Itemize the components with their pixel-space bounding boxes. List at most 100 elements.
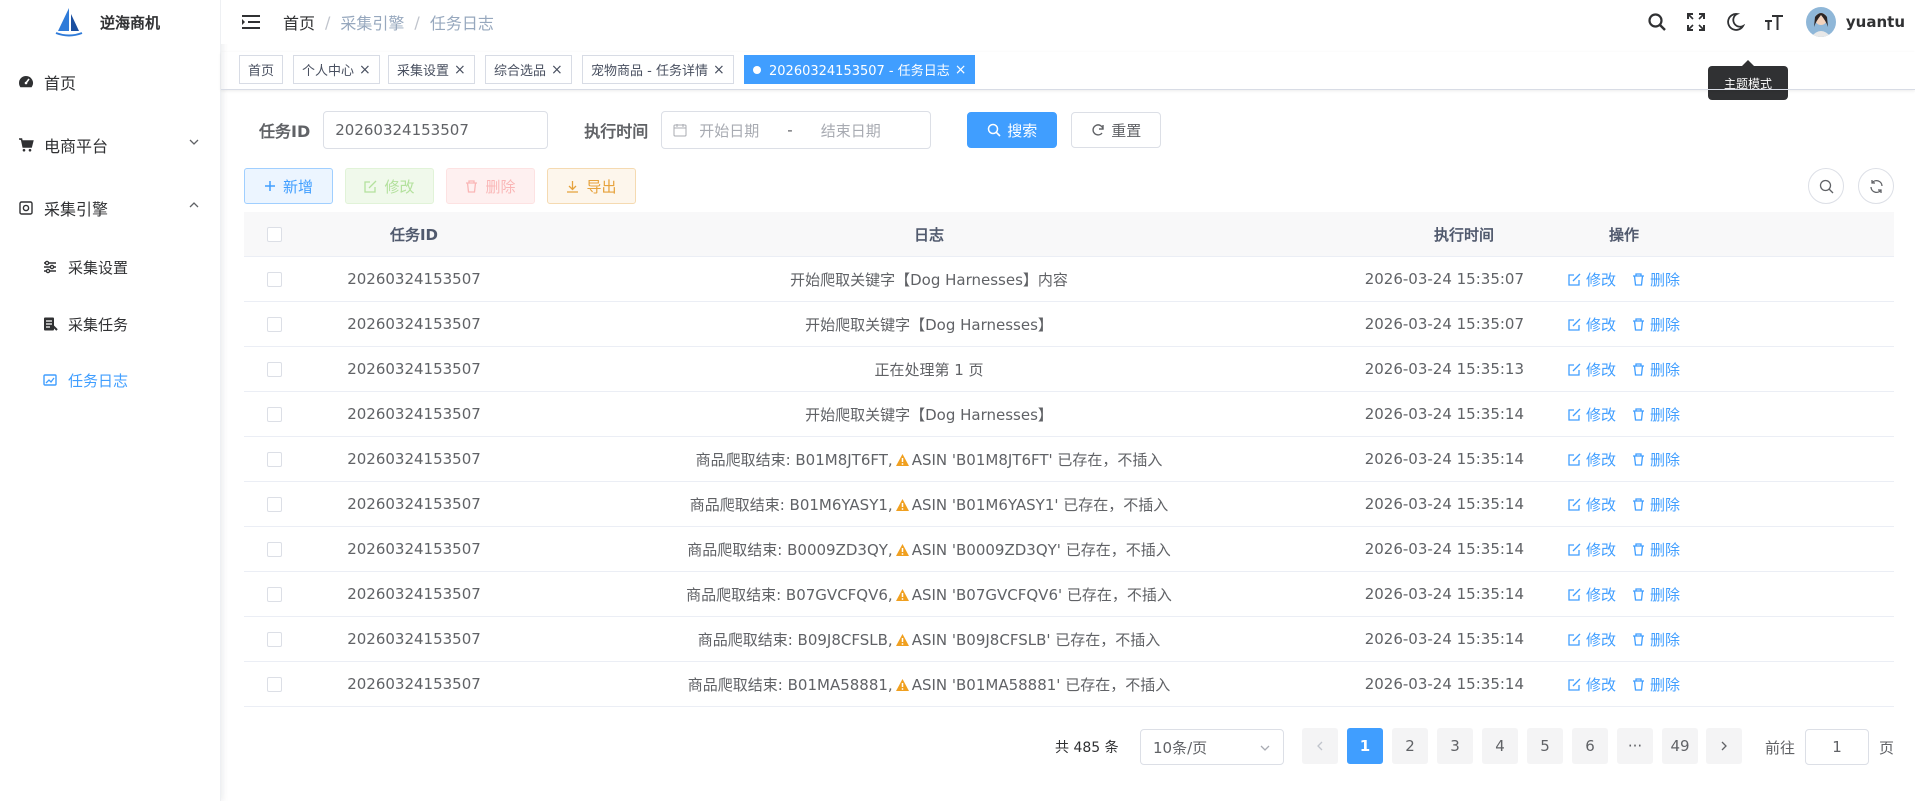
page-number[interactable]: 6 — [1572, 728, 1608, 764]
cell-task-id: 20260324153507 — [347, 315, 481, 333]
row-delete-button[interactable]: 删除 — [1632, 584, 1680, 605]
page-number[interactable]: 2 — [1392, 728, 1428, 764]
start-date-placeholder[interactable]: 开始日期 — [699, 120, 759, 141]
cell-task-id: 20260324153507 — [347, 360, 481, 378]
row-delete-button[interactable]: 删除 — [1632, 629, 1680, 650]
delete-button[interactable]: 删除 — [446, 168, 535, 204]
row-checkbox[interactable] — [266, 271, 282, 287]
cell-task-id: 20260324153507 — [347, 405, 481, 423]
row-edit-button[interactable]: 修改 — [1568, 269, 1616, 290]
page-size-select[interactable]: 10条/页 — [1140, 729, 1284, 765]
sidebar-item-task-log[interactable]: 任务日志 — [0, 357, 221, 403]
toggle-search-button[interactable] — [1808, 168, 1844, 204]
row-edit-button[interactable]: 修改 — [1568, 584, 1616, 605]
row-checkbox[interactable] — [266, 541, 282, 557]
edit-icon — [1568, 678, 1581, 691]
edit-button[interactable]: 修改 — [345, 168, 434, 204]
row-edit-button[interactable]: 修改 — [1568, 539, 1616, 560]
chevron-down-icon — [1260, 745, 1270, 751]
tag-label: 首页 — [248, 64, 275, 79]
username[interactable]: yuantu — [1846, 13, 1905, 31]
row-delete-button[interactable]: 删除 — [1632, 269, 1680, 290]
cell-actions: 修改 删除 — [1524, 449, 1724, 470]
close-icon[interactable]: × — [454, 62, 466, 78]
avatar[interactable] — [1805, 7, 1836, 37]
next-page-button[interactable] — [1706, 728, 1742, 764]
download-icon — [567, 180, 579, 193]
trash-icon — [1633, 677, 1644, 691]
task-id-input[interactable]: 20260324153507 — [323, 111, 549, 149]
page-number[interactable]: 49 — [1662, 728, 1698, 764]
cell-exec-time: 2026-03-24 15:35:14 — [1364, 450, 1524, 468]
row-edit-button[interactable]: 修改 — [1568, 629, 1616, 650]
search-icon[interactable] — [1646, 11, 1668, 33]
export-button[interactable]: 导出 — [547, 168, 636, 204]
cell-log: 商品爬取结束: B01M8JT6FT, ASIN 'B01M8JT6FT' 已存在… — [524, 449, 1334, 470]
font-size-icon[interactable] — [1763, 11, 1785, 33]
row-edit-button[interactable]: 修改 — [1568, 314, 1616, 335]
tag-collect-settings[interactable]: 采集设置 × — [388, 55, 475, 84]
close-icon[interactable]: × — [551, 62, 563, 78]
end-date-placeholder[interactable]: 结束日期 — [821, 120, 881, 141]
row-checkbox[interactable] — [266, 361, 282, 377]
row-checkbox[interactable] — [266, 676, 282, 692]
sidebar-item-collect-settings[interactable]: 采集设置 — [0, 244, 221, 290]
tag-task-log[interactable]: 20260324153507 - 任务日志 × — [744, 55, 976, 84]
page-number[interactable]: 5 — [1527, 728, 1563, 764]
close-icon[interactable]: × — [359, 62, 371, 78]
row-delete-label: 删除 — [1650, 360, 1681, 379]
search-button[interactable]: 搜索 — [967, 112, 1058, 148]
row-edit-button[interactable]: 修改 — [1568, 674, 1616, 695]
trash-icon — [1633, 317, 1644, 331]
fullscreen-icon[interactable] — [1685, 11, 1707, 33]
chevron-left-icon — [1317, 741, 1323, 751]
row-delete-button[interactable]: 删除 — [1632, 674, 1680, 695]
hamburger-menu-icon[interactable] — [241, 14, 261, 30]
refresh-table-button[interactable] — [1858, 168, 1894, 204]
row-delete-button[interactable]: 删除 — [1632, 539, 1680, 560]
tag-pet-task-detail[interactable]: 宠物商品 - 任务详情 × — [582, 55, 734, 84]
row-checkbox[interactable] — [266, 496, 282, 512]
tag-profile[interactable]: 个人中心 × — [293, 55, 380, 84]
select-all-checkbox[interactable] — [266, 226, 282, 242]
sidebar-item-collect-tasks[interactable]: 采集任务 — [0, 301, 221, 347]
reset-button[interactable]: 重置 — [1071, 112, 1162, 148]
tag-home[interactable]: 首页 — [239, 55, 284, 84]
row-delete-button[interactable]: 删除 — [1632, 494, 1680, 515]
row-checkbox[interactable] — [266, 586, 282, 602]
row-checkbox[interactable] — [266, 451, 282, 467]
row-checkbox[interactable] — [266, 406, 282, 422]
page-number[interactable]: 3 — [1437, 728, 1473, 764]
row-edit-button[interactable]: 修改 — [1568, 494, 1616, 515]
close-icon[interactable]: × — [955, 62, 967, 78]
goto-page-input[interactable]: 1 — [1805, 729, 1870, 765]
row-edit-button[interactable]: 修改 — [1568, 404, 1616, 425]
close-icon[interactable]: × — [713, 62, 725, 78]
row-delete-button[interactable]: 删除 — [1632, 404, 1680, 425]
row-edit-button[interactable]: 修改 — [1568, 449, 1616, 470]
row-delete-button[interactable]: 删除 — [1632, 449, 1680, 470]
row-checkbox[interactable] — [266, 316, 282, 332]
row-delete-button[interactable]: 删除 — [1632, 314, 1680, 335]
add-button[interactable]: 新增 — [244, 168, 333, 204]
moon-icon[interactable] — [1724, 11, 1746, 33]
prev-page-button[interactable] — [1302, 728, 1338, 764]
sidebar-item-engine[interactable]: 采集引擎 — [0, 185, 221, 231]
date-range-picker[interactable]: 开始日期 - 结束日期 — [661, 111, 932, 149]
breadcrumb-item[interactable]: 首页 — [283, 10, 315, 34]
log-text: 商品爬取结束: B09J8CFSLB, — [697, 630, 893, 649]
table-row: 20260324153507 正在处理第 1 页 2026-03-24 15:35:… — [244, 347, 1894, 392]
page-number[interactable]: 4 — [1482, 728, 1518, 764]
sidebar-item-ecommerce[interactable]: 电商平台 — [0, 122, 221, 168]
row-checkbox[interactable] — [266, 631, 282, 647]
cell-log: 开始爬取关键字【Dog Harnesses】 — [524, 404, 1334, 425]
row-edit-button[interactable]: 修改 — [1568, 359, 1616, 380]
warning-icon — [895, 498, 909, 511]
sidebar-item-home[interactable]: 首页 — [0, 59, 221, 105]
task-id-label: 任务ID — [259, 122, 311, 141]
page-ellipsis[interactable]: ··· — [1617, 728, 1653, 764]
row-delete-button[interactable]: 删除 — [1632, 359, 1680, 380]
page-number[interactable]: 1 — [1347, 728, 1383, 764]
tag-product-selection[interactable]: 综合选品 × — [485, 55, 572, 84]
cell-exec-time: 2026-03-24 15:35:14 — [1364, 630, 1524, 648]
